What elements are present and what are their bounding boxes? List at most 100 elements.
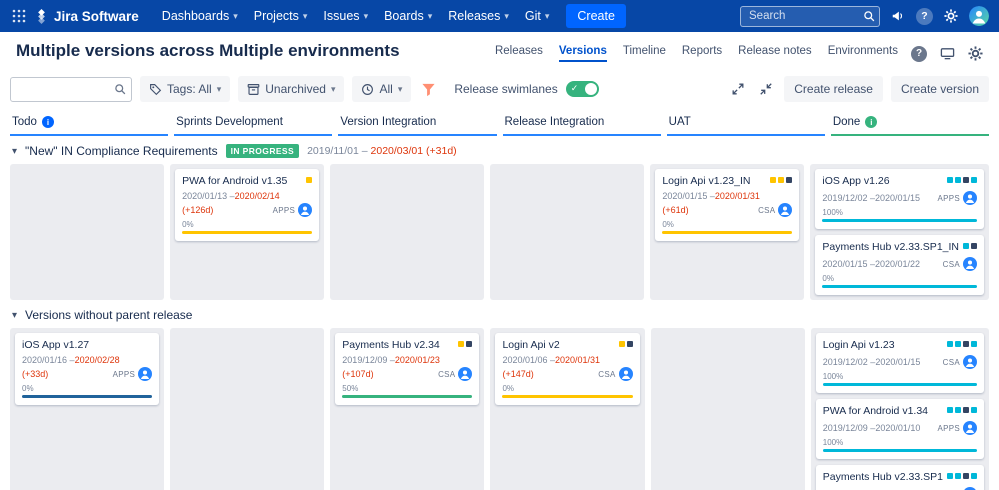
lane-version-integration [330, 164, 484, 300]
env-square [971, 341, 977, 347]
swimlane-lanes-2: iOS App v1.272020/01/16 – 2020/02/28(+33… [0, 328, 999, 490]
version-card[interactable]: PWA for Android v1.352020/01/13 – 2020/0… [175, 169, 319, 241]
column-header-version-integration: Version Integration [338, 112, 496, 136]
collapse-all-icon[interactable] [756, 79, 776, 99]
archive-filter-button[interactable]: Unarchived ▾ [238, 76, 344, 102]
version-card[interactable]: Login Api v22020/01/06 – 2020/01/31(+147… [495, 333, 639, 405]
chevron-down-icon[interactable]: ▾ [12, 310, 17, 321]
lane-uat: Login Api v1.23_IN 2020/01/15 – 2020/01/3… [650, 164, 804, 300]
column-header-todo: Todoi [10, 112, 168, 136]
team-avatar-icon [138, 367, 152, 381]
time-filter-button[interactable]: All ▾ [352, 76, 411, 102]
header-right-cluster: Releases Versions Timeline Reports Release n… [495, 45, 983, 69]
nav-item-git[interactable]: Git▾ [518, 5, 557, 27]
column-header-done: Donei [831, 112, 989, 136]
tab-versions[interactable]: Versions [559, 45, 607, 62]
tab-release-notes[interactable]: Release notes [738, 45, 812, 62]
clear-filters-icon[interactable] [419, 82, 438, 97]
release-swimlanes-toggle[interactable] [566, 81, 599, 97]
user-avatar[interactable] [969, 6, 989, 26]
progress-percent: 100% [823, 372, 977, 381]
date-end: 2020/01/22 [875, 259, 920, 269]
nav-item-releases[interactable]: Releases▾ [441, 5, 516, 27]
page-settings-icon[interactable] [968, 46, 983, 61]
version-dates: 2020/01/13 – 2020/02/14 [182, 191, 312, 201]
search-icon[interactable] [863, 10, 875, 22]
team-assignee: APPS [273, 203, 313, 217]
env-square [947, 177, 953, 183]
version-dates: 2020/01/15 – 2020/01/31 [662, 191, 792, 201]
environment-squares [306, 175, 312, 183]
global-search-input[interactable] [740, 6, 880, 27]
nav-item-boards[interactable]: Boards ▾ [377, 5, 439, 27]
tab-environments[interactable]: Environments [828, 45, 898, 62]
card-header: Login Api v1.23_IN [662, 175, 792, 187]
card-header: Login Api v1.23 [823, 339, 977, 351]
env-square [947, 407, 953, 413]
help-icon-secondary[interactable]: ? [911, 46, 927, 62]
nav-item-label: Git [525, 9, 541, 23]
time-filter-label: All [379, 82, 392, 96]
lane-uat [651, 328, 805, 490]
team-avatar-icon [963, 191, 977, 205]
date-start: 2019/12/02 – [822, 193, 875, 203]
help-icon[interactable]: ? [916, 8, 933, 25]
clock-icon [361, 83, 374, 96]
version-card[interactable]: Login Api v1.23 2019/12/02 – 2020/01/15CS… [816, 333, 984, 393]
card-header: Login Api v2 [502, 339, 632, 351]
nav-right-cluster: ? [740, 6, 989, 27]
version-card[interactable]: Login Api v1.23_IN 2020/01/15 – 2020/01/3… [655, 169, 799, 241]
expand-all-icon[interactable] [728, 79, 748, 99]
nav-item-projects[interactable]: Projects▾ [247, 5, 315, 27]
team-label: CSA [943, 358, 960, 367]
lane-sprints-development [170, 328, 324, 490]
version-card[interactable]: iOS App v1.262019/12/02 – 2020/01/15APPS… [815, 169, 984, 229]
date-start: 2020/01/15 – [662, 191, 715, 201]
version-card[interactable]: Payments Hub v2.342019/12/09 – 2020/01/2… [335, 333, 479, 405]
env-square [786, 177, 792, 183]
info-icon[interactable]: i [42, 116, 54, 128]
jira-logo[interactable]: Jira Software [34, 9, 139, 24]
chevron-down-icon[interactable]: ▾ [12, 146, 17, 157]
lane-todo [10, 164, 164, 300]
lane-release-integration [490, 164, 644, 300]
nav-item-dashboards[interactable]: Dashboards▾ [155, 5, 245, 27]
env-square [306, 177, 312, 183]
progress-bar [22, 395, 152, 398]
create-release-button[interactable]: Create release [784, 76, 883, 102]
version-card[interactable]: PWA for Android v1.342019/12/09 – 2020/0… [816, 399, 984, 459]
nav-item-issues[interactable]: Issues ▾ [316, 5, 375, 27]
create-version-button[interactable]: Create version [891, 76, 989, 102]
version-card[interactable]: Payments Hub v2.33.SP1_IN2020/01/15 – 20… [815, 235, 984, 295]
date-end: 2020/01/23 [395, 355, 440, 365]
date-start: 2020/01/15 – [822, 259, 875, 269]
nav-item-label: Boards [384, 9, 424, 23]
app-switcher-icon[interactable] [10, 7, 28, 25]
announcement-icon[interactable] [891, 9, 905, 23]
create-button[interactable]: Create [566, 4, 626, 28]
version-dates: 2020/01/15 – 2020/01/22CSA [822, 257, 977, 271]
lane-sprints-development: PWA for Android v1.352020/01/13 – 2020/0… [170, 164, 324, 300]
tab-releases[interactable]: Releases [495, 45, 543, 62]
date-start: 2020/01/13 – [182, 191, 235, 201]
nav-item-label: Issues [323, 9, 359, 23]
display-icon[interactable] [940, 46, 955, 61]
version-dates: 2019/12/09 – 2020/01/23 [342, 355, 472, 365]
info-icon[interactable]: i [865, 116, 877, 128]
version-card[interactable]: Payments Hub v2.33.SP12020/01/06 – 2020/… [816, 465, 984, 490]
version-name: Payments Hub v2.33.SP1 [823, 471, 943, 483]
version-card[interactable]: iOS App v1.272020/01/16 – 2020/02/28(+33… [15, 333, 159, 405]
chevron-down-icon: ▾ [428, 11, 433, 22]
team-avatar-icon [619, 367, 633, 381]
date-start: 2019/11/01 – [307, 145, 370, 157]
tab-timeline[interactable]: Timeline [623, 45, 666, 62]
swimlane-dates: 2019/11/01 – 2020/03/01 (+31d) [307, 145, 457, 157]
search-icon [114, 83, 126, 95]
progress-bar [822, 219, 977, 222]
settings-icon[interactable] [944, 9, 958, 23]
chevron-down-icon: ▾ [364, 11, 369, 22]
tab-reports[interactable]: Reports [682, 45, 722, 62]
lane-release-integration: Login Api v22020/01/06 – 2020/01/31(+147… [490, 328, 644, 490]
tags-filter-button[interactable]: Tags: All ▾ [140, 76, 230, 102]
version-dates: 2019/12/02 – 2020/01/15CSA [823, 355, 977, 369]
